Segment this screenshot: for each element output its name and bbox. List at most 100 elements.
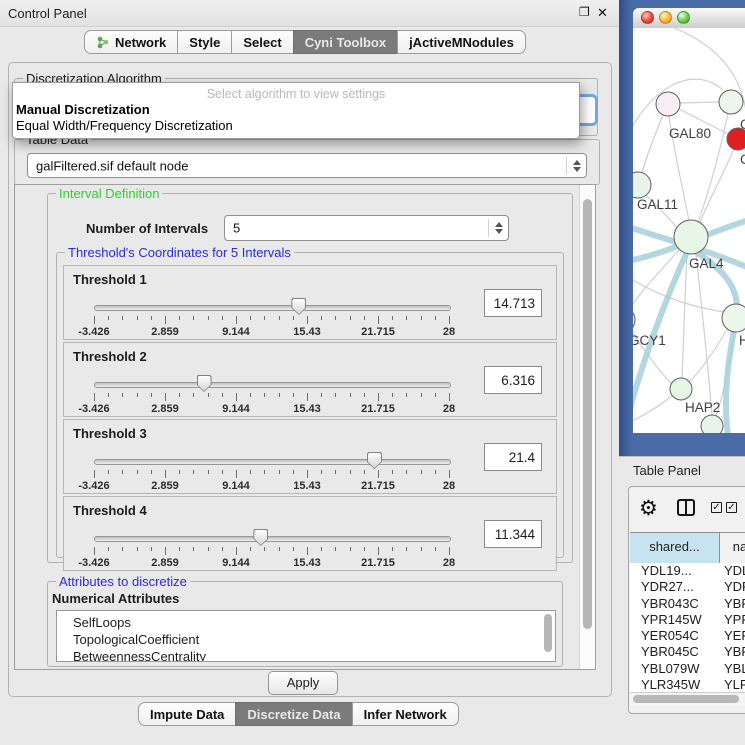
tick-mark: [350, 316, 351, 320]
cell-name[interactable]: YBR0: [720, 644, 745, 660]
tick-mark: [151, 316, 152, 320]
vertical-scrollbar[interactable]: [579, 185, 595, 669]
table-row[interactable]: YBR045CYBR0: [630, 644, 745, 660]
network-edge[interactable]: [633, 274, 733, 313]
threshold-2-slider-handle[interactable]: [197, 375, 212, 392]
table-row[interactable]: YPR145WYPR1: [630, 612, 745, 628]
popup-option-equal-width-frequency[interactable]: Equal Width/Frequency Discretization: [16, 118, 233, 134]
network-node[interactable]: [633, 307, 635, 333]
vertical-scrollbar-thumb[interactable]: [583, 199, 592, 629]
horizontal-scrollbar-thumb[interactable]: [633, 695, 739, 703]
attribute-list-item[interactable]: SelfLoops: [57, 614, 555, 631]
popup-option-manual-discretization[interactable]: Manual Discretization: [16, 102, 150, 118]
network-graph[interactable]: GAL80GACGAL11GAL4GCY1HHAP2: [633, 28, 745, 433]
network-node[interactable]: [670, 378, 692, 400]
tick-mark: [151, 470, 152, 474]
float-icon[interactable]: ❐: [579, 5, 590, 19]
close-icon[interactable]: ✕: [597, 5, 608, 21]
network-node[interactable]: [722, 304, 745, 332]
column-header-shared-name[interactable]: shared...: [630, 533, 720, 563]
tab-style[interactable]: Style: [177, 30, 232, 54]
tick-mark: [435, 470, 436, 474]
threshold-1-slider[interactable]: [94, 305, 451, 311]
threshold-1-value-field[interactable]: 14.713: [484, 289, 542, 317]
zoom-traffic-light-icon[interactable]: [677, 11, 690, 24]
table-row[interactable]: YBL079WYBL0: [630, 661, 745, 677]
checked-checkbox-icon[interactable]: ✓: [711, 502, 722, 513]
cell-name[interactable]: YDR2: [720, 579, 745, 595]
cell-name[interactable]: YER0: [720, 628, 745, 644]
network-node[interactable]: [719, 90, 743, 114]
cell-name[interactable]: YBR0: [720, 596, 745, 612]
tab-impute-data[interactable]: Impute Data: [138, 702, 236, 726]
table-row[interactable]: YLR345WYLR3: [630, 677, 745, 692]
network-window-titlebar[interactable]: [633, 8, 745, 29]
tab-jactivemnodules[interactable]: jActiveMNodules: [397, 30, 526, 54]
threshold-3-slider[interactable]: [94, 459, 451, 465]
attribute-list-item[interactable]: TopologicalCoefficient: [57, 631, 555, 648]
cell-name[interactable]: YLR3: [720, 677, 745, 692]
apply-button[interactable]: Apply: [268, 671, 338, 695]
table-row[interactable]: YDL19...YDL1: [630, 563, 745, 579]
network-edge[interactable]: [642, 115, 663, 174]
gear-icon[interactable]: ⚙: [639, 495, 658, 521]
network-node[interactable]: [727, 128, 745, 150]
cell-shared-name[interactable]: YER054C: [630, 628, 720, 644]
tab-network[interactable]: Network: [84, 30, 178, 54]
checked-checkbox-icon[interactable]: ✓: [726, 502, 737, 513]
tab-select[interactable]: Select: [231, 30, 293, 54]
threshold-4-value-field[interactable]: 11.344: [484, 520, 542, 548]
numerical-attributes-list[interactable]: SelfLoopsTopologicalCoefficientBetweenne…: [56, 610, 556, 662]
threshold-1-slider-handle[interactable]: [291, 298, 306, 315]
network-edge-thick[interactable]: [726, 330, 734, 433]
cell-shared-name[interactable]: YDR27...: [630, 579, 720, 595]
tick-mark: [350, 547, 351, 551]
network-edge[interactable]: [633, 395, 673, 424]
number-of-intervals-combobox[interactable]: 5: [224, 215, 509, 241]
node-label: GAL4: [689, 256, 724, 271]
threshold-4-slider[interactable]: [94, 536, 451, 542]
cell-shared-name[interactable]: YBR043C: [630, 596, 720, 612]
close-traffic-light-icon[interactable]: [641, 11, 654, 24]
threshold-2-value-field[interactable]: 6.316: [484, 366, 542, 394]
network-edge[interactable]: [696, 254, 712, 416]
cell-shared-name[interactable]: YLR345W: [630, 677, 720, 692]
threshold-4-slider-handle[interactable]: [253, 529, 268, 546]
network-node[interactable]: [674, 220, 708, 254]
threshold-3-slider-handle[interactable]: [367, 452, 382, 469]
spinner-icon[interactable]: [494, 222, 503, 234]
network-node[interactable]: [701, 415, 723, 433]
tab-cyni-toolbox[interactable]: Cyni Toolbox: [293, 30, 398, 54]
threshold-4-scale-labels: -3.4262.8599.14415.4321.71528: [64, 557, 556, 569]
tick-label: 28: [443, 557, 455, 569]
cell-name[interactable]: YPR1: [720, 612, 745, 628]
tab-discretize-data[interactable]: Discretize Data: [235, 702, 352, 726]
attribute-list-item[interactable]: BetweennessCentrality: [57, 648, 555, 662]
spinner-icon[interactable]: [572, 160, 581, 172]
cell-name[interactable]: YBL0: [720, 661, 745, 677]
table-row[interactable]: YER054CYER0: [630, 628, 745, 644]
threshold-3-value-field[interactable]: 21.4: [484, 443, 542, 471]
minimize-traffic-light-icon[interactable]: [659, 11, 672, 24]
split-columns-icon[interactable]: [677, 499, 695, 516]
cell-shared-name[interactable]: YBR045C: [630, 644, 720, 660]
threshold-1-ticks: [64, 316, 556, 325]
network-edge[interactable]: [680, 102, 719, 103]
bottom-tab-bar: Impute Data Discretize Data Infer Networ…: [138, 702, 459, 726]
cell-shared-name[interactable]: YBL079W: [630, 661, 720, 677]
cell-shared-name[interactable]: YDL19...: [630, 563, 720, 579]
list-scrollbar[interactable]: [544, 614, 552, 652]
cell-shared-name[interactable]: YPR145W: [630, 612, 720, 628]
cell-name[interactable]: YDL1: [720, 563, 745, 579]
tab-infer-network[interactable]: Infer Network: [352, 702, 459, 726]
network-node[interactable]: [633, 172, 651, 198]
network-view-canvas[interactable]: GAL80GACGAL11GAL4GCY1HHAP2: [633, 28, 745, 433]
table-data-combobox[interactable]: galFiltered.sif default node: [27, 153, 587, 178]
threshold-2-slider[interactable]: [94, 382, 451, 388]
table-row[interactable]: YBR043CYBR0: [630, 596, 745, 612]
table-row[interactable]: YDR27...YDR2: [630, 579, 745, 595]
network-edge[interactable]: [682, 254, 687, 379]
network-node[interactable]: [656, 92, 680, 116]
column-header-name[interactable]: na: [720, 533, 745, 563]
horizontal-scrollbar[interactable]: [630, 692, 745, 705]
